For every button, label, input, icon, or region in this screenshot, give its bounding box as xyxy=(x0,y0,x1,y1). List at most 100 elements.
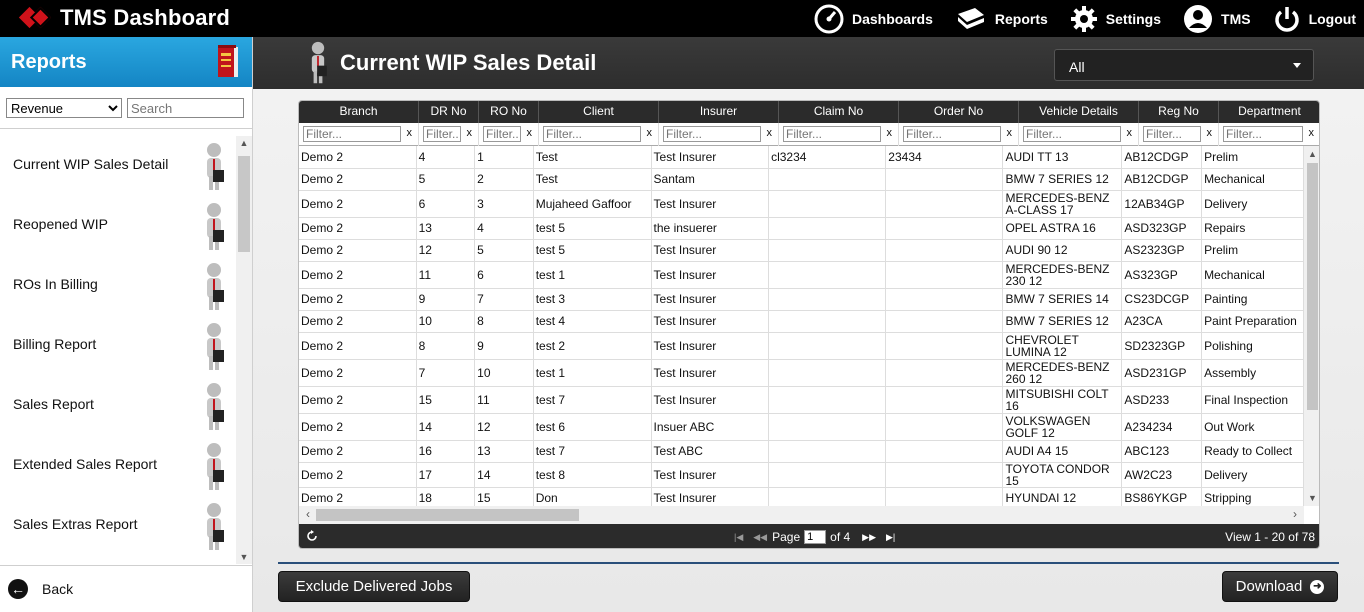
scroll-down-icon[interactable]: ▼ xyxy=(1307,493,1318,503)
sidebar-item-ros-in-billing[interactable]: ROs In Billing xyxy=(0,256,236,316)
column-header[interactable]: RO No xyxy=(479,101,539,123)
nav-settings[interactable]: Settings xyxy=(1070,5,1161,33)
column-filter-input[interactable] xyxy=(1143,126,1201,142)
column-filter: x xyxy=(479,123,539,146)
column-header[interactable]: DR No xyxy=(419,101,479,123)
scroll-right-icon[interactable]: › xyxy=(1288,507,1302,521)
column-header[interactable]: Insurer xyxy=(659,101,779,123)
table-cell xyxy=(885,239,1004,262)
page-number-input[interactable] xyxy=(804,530,827,544)
last-page-icon[interactable]: ▶| xyxy=(886,532,895,543)
table-cell xyxy=(885,359,1004,387)
column-filter: x xyxy=(299,123,419,146)
exclude-delivered-jobs-button[interactable]: Exclude Delivered Jobs xyxy=(278,571,470,602)
report-category-select[interactable]: Revenue xyxy=(6,98,122,118)
scroll-up-icon[interactable]: ▲ xyxy=(239,138,249,148)
brand[interactable]: TMS Dashboard xyxy=(18,5,230,31)
column-filter-input[interactable] xyxy=(303,126,401,142)
table-row[interactable]: Demo 2 10 8 test 4 Test Insurer BMW 7 SERIES … xyxy=(299,310,1304,333)
clear-filter-icon[interactable]: x xyxy=(527,127,533,139)
scroll-down-icon[interactable]: ▼ xyxy=(239,552,249,562)
column-header[interactable]: Reg No xyxy=(1139,101,1219,123)
clear-filter-icon[interactable]: x xyxy=(647,127,653,139)
column-header[interactable]: Order No xyxy=(899,101,1019,123)
scroll-left-icon[interactable]: ‹ xyxy=(301,507,315,521)
table-cell: 12 xyxy=(416,239,476,262)
table-cell: test 1 xyxy=(533,359,652,387)
table-cell xyxy=(885,487,1004,506)
sidebar-item-billing-report[interactable]: Billing Report xyxy=(0,316,236,376)
table-row[interactable]: Demo 2 13 4 test 5 the insuerer OPEL ASTRA 16… xyxy=(299,217,1304,240)
table-row[interactable]: Demo 2 17 14 test 8 Test Insurer TOYOTA CONDO… xyxy=(299,462,1304,488)
table-row[interactable]: Demo 2 8 9 test 2 Test Insurer CHEVROLET LUMI… xyxy=(299,332,1304,360)
clear-filter-icon[interactable]: x xyxy=(1309,127,1315,139)
clear-filter-icon[interactable]: x xyxy=(407,127,413,139)
table-cell: Don xyxy=(533,487,652,506)
clear-filter-icon[interactable]: x xyxy=(887,127,893,139)
top-bar: TMS Dashboard Dashboards Reports Setting… xyxy=(0,0,1364,37)
column-filter-input[interactable] xyxy=(783,126,881,142)
sidebar-item-sales-report[interactable]: Sales Report xyxy=(0,376,236,436)
table-row[interactable]: Demo 2 15 11 test 7 Test Insurer MITSUBISHI C… xyxy=(299,386,1304,414)
scrollbar-thumb[interactable] xyxy=(316,509,579,521)
table-cell: Paint Preparation xyxy=(1201,310,1304,333)
clear-filter-icon[interactable]: x xyxy=(1127,127,1133,139)
column-filter-input[interactable] xyxy=(1023,126,1121,142)
column-header[interactable]: Client xyxy=(539,101,659,123)
speedometer-icon xyxy=(814,4,844,33)
clear-filter-icon[interactable]: x xyxy=(1207,127,1213,139)
refresh-icon[interactable] xyxy=(306,530,318,542)
column-filter-input[interactable] xyxy=(423,126,461,142)
prev-page-icon[interactable]: ◀◀ xyxy=(753,532,767,543)
column-filter-input[interactable] xyxy=(663,126,761,142)
table-cell: Prelim xyxy=(1201,239,1304,262)
table-row[interactable]: Demo 2 5 2 Test Santam BMW 7 SERIES 12 AB12CDG… xyxy=(299,168,1304,191)
table-row[interactable]: Demo 2 18 15 Don Test Insurer HYUNDAI 12 BS86Y… xyxy=(299,487,1304,506)
grid-vertical-scrollbar[interactable]: ▲ ▼ xyxy=(1304,146,1319,506)
table-row[interactable]: Demo 2 11 6 test 1 Test Insurer MERCEDES-BENZ… xyxy=(299,261,1304,289)
download-button[interactable]: Download ➜ xyxy=(1222,571,1338,602)
book-icon xyxy=(957,7,984,29)
table-cell: Insuer ABC xyxy=(651,413,770,441)
column-header[interactable]: Department xyxy=(1219,101,1319,123)
sidebar-item-sales-extras-report[interactable]: Sales Extras Report xyxy=(0,496,236,556)
clear-filter-icon[interactable]: x xyxy=(1007,127,1013,139)
column-filter-input[interactable] xyxy=(543,126,641,142)
table-row[interactable]: Demo 2 6 3 Mujaheed Gaffoor Test Insurer MERC… xyxy=(299,190,1304,218)
column-filter-input[interactable] xyxy=(903,126,1001,142)
column-filter-input[interactable] xyxy=(1223,126,1303,142)
grid-horizontal-scrollbar[interactable]: ‹ › xyxy=(299,506,1304,524)
table-row[interactable]: Demo 2 9 7 test 3 Test Insurer BMW 7 SERIES 1… xyxy=(299,288,1304,311)
sidebar-item-extended-sales-report[interactable]: Extended Sales Report xyxy=(0,436,236,496)
sidebar-item-reopened-wip[interactable]: Reopened WIP xyxy=(0,196,236,256)
nav-user[interactable]: TMS xyxy=(1183,4,1251,34)
column-filter-input[interactable] xyxy=(483,126,521,142)
sidebar-scrollbar[interactable]: ▲ ▼ xyxy=(236,136,252,564)
table-cell: Test Insurer xyxy=(651,462,770,488)
report-search-input[interactable] xyxy=(127,98,244,118)
table-cell: Repairs xyxy=(1201,217,1304,240)
sidebar-item-current-wip-sales-detail[interactable]: Current WIP Sales Detail xyxy=(0,136,236,196)
column-header[interactable]: Branch xyxy=(299,101,419,123)
column-header[interactable]: Claim No xyxy=(779,101,899,123)
table-row[interactable]: Demo 2 4 1 Test Test Insurer cl3234 23434 AUDI … xyxy=(299,146,1304,169)
next-page-icon[interactable]: ▶▶ xyxy=(862,532,876,543)
table-row[interactable]: Demo 2 14 12 test 6 Insuer ABC VOLKSWAGEN GOL… xyxy=(299,413,1304,441)
table-row[interactable]: Demo 2 16 13 test 7 Test ABC AUDI A4 15 ABC123… xyxy=(299,440,1304,463)
first-page-icon[interactable]: |◀ xyxy=(734,532,743,543)
scrollbar-thumb[interactable] xyxy=(238,156,250,252)
clear-filter-icon[interactable]: x xyxy=(767,127,773,139)
column-filter: x xyxy=(419,123,479,146)
table-cell: Test Insurer xyxy=(651,146,770,169)
nav-dashboards[interactable]: Dashboards xyxy=(814,4,933,34)
table-row[interactable]: Demo 2 12 5 test 5 Test Insurer AUDI 90 12 AS2… xyxy=(299,239,1304,262)
column-header[interactable]: Vehicle Details xyxy=(1019,101,1139,123)
branch-select[interactable]: All xyxy=(1054,49,1314,81)
table-row[interactable]: Demo 2 7 10 test 1 Test Insurer MERCEDES-BENZ… xyxy=(299,359,1304,387)
back-button[interactable]: ← Back xyxy=(0,565,252,612)
clear-filter-icon[interactable]: x xyxy=(467,127,473,139)
nav-logout[interactable]: Logout xyxy=(1273,5,1356,33)
nav-reports[interactable]: Reports xyxy=(955,5,1048,33)
scroll-up-icon[interactable]: ▲ xyxy=(1307,149,1318,159)
scrollbar-thumb[interactable] xyxy=(1307,163,1318,410)
